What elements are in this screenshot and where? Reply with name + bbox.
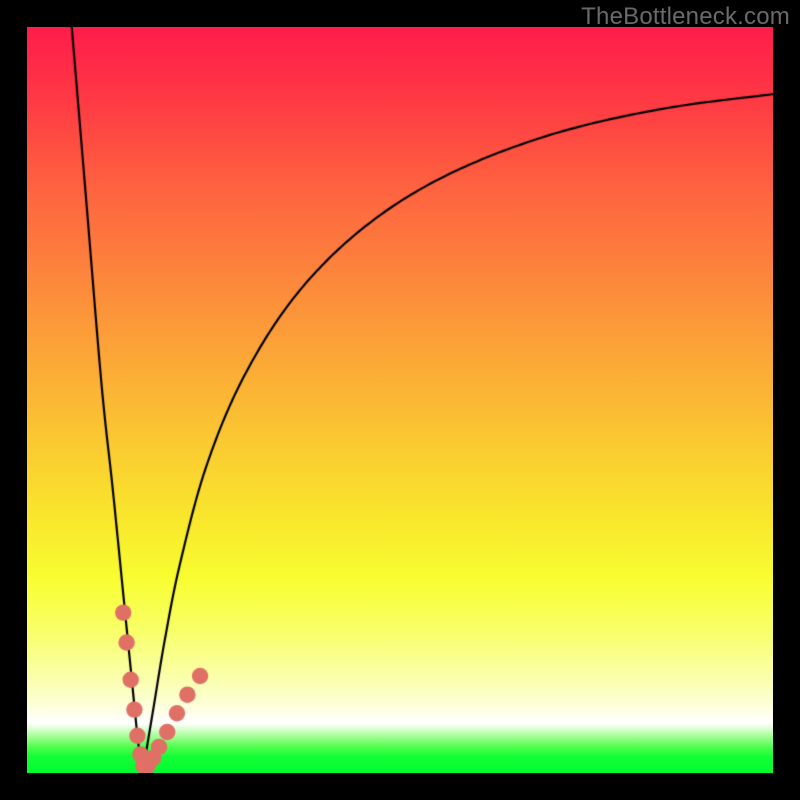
chart-frame: TheBottleneck.com (0, 0, 800, 800)
bottleneck-curve (27, 27, 773, 773)
plot-area (27, 27, 773, 773)
watermark-text: TheBottleneck.com (581, 3, 790, 31)
